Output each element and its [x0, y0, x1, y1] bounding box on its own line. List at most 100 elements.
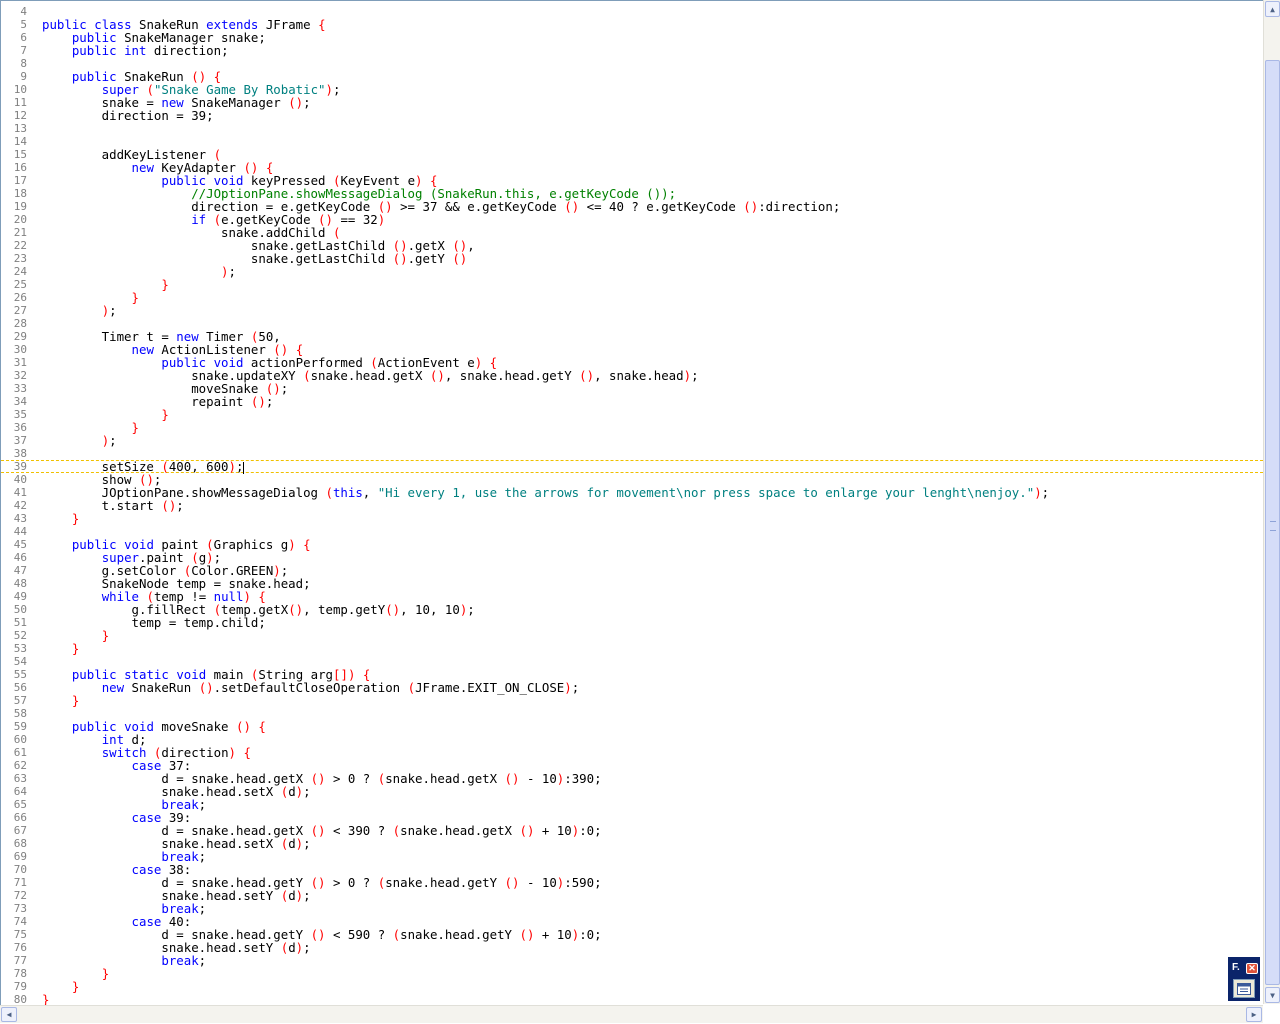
code-text[interactable]: public int direction; [42, 44, 229, 57]
code-line[interactable]: 79 } [1, 980, 1263, 993]
code-line[interactable]: 56 new SnakeRun ().setDefaultCloseOperat… [1, 681, 1263, 694]
line-number: 68 [13, 837, 27, 850]
floating-tool-window[interactable]: F. ✕ [1228, 957, 1260, 1001]
code-line[interactable]: 13 [1, 122, 1263, 135]
code-line[interactable]: 37 ); [1, 434, 1263, 447]
line-number: 46 [13, 551, 27, 564]
line-number: 78 [13, 967, 27, 980]
code-text[interactable]: new SnakeRun ().setDefaultCloseOperation… [42, 681, 580, 694]
line-number: 54 [13, 655, 27, 668]
code-line[interactable]: 51 temp = temp.child; [1, 616, 1263, 629]
code-area[interactable]: 4 5 public class SnakeRun extends JFrame {… [1, 5, 1263, 1005]
line-number: 11 [13, 96, 27, 109]
arrow-up-icon: ▲ [1270, 4, 1275, 14]
code-line[interactable]: 26 } [1, 291, 1263, 304]
code-text[interactable]: } [42, 512, 79, 525]
code-editor[interactable]: 4 5 public class SnakeRun extends JFrame {… [0, 0, 1263, 1005]
code-line[interactable]: 53 } [1, 642, 1263, 655]
code-line[interactable]: 78 } [1, 967, 1263, 980]
code-line[interactable]: 36 } [1, 421, 1263, 434]
code-text[interactable]: ); [42, 304, 117, 317]
code-line[interactable]: 24 ); [1, 265, 1263, 278]
code-line[interactable]: 25 } [1, 278, 1263, 291]
code-line[interactable]: 80} [1, 993, 1263, 1005]
scroll-down-button[interactable]: ▼ [1265, 987, 1280, 1003]
list-icon [1237, 982, 1251, 995]
line-number: 4 [20, 5, 27, 18]
tool-window-titlebar[interactable]: F. ✕ [1230, 960, 1258, 976]
tool-window-button[interactable] [1233, 979, 1255, 998]
line-number: 23 [13, 252, 27, 265]
code-line[interactable]: 41 JOptionPane.showMessageDialog (this, … [1, 486, 1263, 499]
line-number: 59 [13, 720, 27, 733]
line-number: 62 [13, 759, 27, 772]
code-text[interactable]: direction = 39; [42, 109, 214, 122]
code-line[interactable]: 42 t.start (); [1, 499, 1263, 512]
code-line[interactable]: 57 } [1, 694, 1263, 707]
code-text[interactable]: } [42, 993, 49, 1005]
line-number: 57 [13, 694, 27, 707]
line-number: 40 [13, 473, 27, 486]
code-line[interactable]: 35 } [1, 408, 1263, 421]
scroll-thumb[interactable] [1265, 60, 1280, 985]
horizontal-scrollbar[interactable]: ◀ ▶ [0, 1005, 1263, 1023]
line-number: 35 [13, 408, 27, 421]
vertical-scrollbar[interactable]: ▲ ▼ [1263, 0, 1280, 1004]
line-number: 28 [13, 317, 27, 330]
code-text[interactable]: JOptionPane.showMessageDialog (this, "Hi… [42, 486, 1049, 499]
code-text[interactable]: } [42, 694, 79, 707]
close-icon[interactable]: ✕ [1246, 963, 1258, 974]
line-number: 24 [13, 265, 27, 278]
line-number: 37 [13, 434, 27, 447]
line-number: 16 [13, 161, 27, 174]
code-line[interactable]: 43 } [1, 512, 1263, 525]
line-number: 6 [20, 31, 27, 44]
code-line[interactable]: 52 } [1, 629, 1263, 642]
line-number: 26 [13, 291, 27, 304]
line-number: 12 [13, 109, 27, 122]
line-number: 10 [13, 83, 27, 96]
line-number: 47 [13, 564, 27, 577]
code-text[interactable]: ); [42, 434, 117, 447]
line-number: 76 [13, 941, 27, 954]
code-text[interactable]: } [42, 642, 79, 655]
line-number: 9 [20, 70, 27, 83]
line-number: 66 [13, 811, 27, 824]
tool-window-title: F. [1232, 962, 1240, 973]
line-number: 27 [13, 304, 27, 317]
code-line[interactable]: 27 ); [1, 304, 1263, 317]
line-number: 33 [13, 382, 27, 395]
line-number: 41 [13, 486, 27, 499]
code-line[interactable]: 59 public void moveSnake () { [1, 720, 1263, 733]
line-number: 72 [13, 889, 27, 902]
line-number: 34 [13, 395, 27, 408]
line-number: 77 [13, 954, 27, 967]
line-number: 71 [13, 876, 27, 889]
scroll-left-button[interactable]: ◀ [1, 1007, 17, 1022]
code-line[interactable]: 39 setSize (400, 600); [1, 460, 1263, 474]
code-line[interactable]: 77 break; [1, 954, 1263, 967]
line-number: 14 [13, 135, 27, 148]
scroll-up-button[interactable]: ▲ [1265, 1, 1280, 17]
line-number: 56 [13, 681, 27, 694]
line-number: 30 [13, 343, 27, 356]
arrow-right-icon: ▶ [1251, 1010, 1257, 1019]
line-number: 55 [13, 668, 27, 681]
line-number: 52 [13, 629, 27, 642]
line-number: 50 [13, 603, 27, 616]
scroll-right-button[interactable]: ▶ [1246, 1007, 1262, 1022]
line-number: 69 [13, 850, 27, 863]
line-number: 51 [13, 616, 27, 629]
line-number: 22 [13, 239, 27, 252]
line-number: 48 [13, 577, 27, 590]
line-number: 32 [13, 369, 27, 382]
code-line[interactable]: 12 direction = 39; [1, 109, 1263, 122]
code-line[interactable]: 34 repaint (); [1, 395, 1263, 408]
line-number: 18 [13, 187, 27, 200]
line-number: 67 [13, 824, 27, 837]
line-number: 60 [13, 733, 27, 746]
grip-icon [1270, 521, 1276, 531]
line-number: 61 [13, 746, 27, 759]
line-number: 29 [13, 330, 27, 343]
code-line[interactable]: 7 public int direction; [1, 44, 1263, 57]
